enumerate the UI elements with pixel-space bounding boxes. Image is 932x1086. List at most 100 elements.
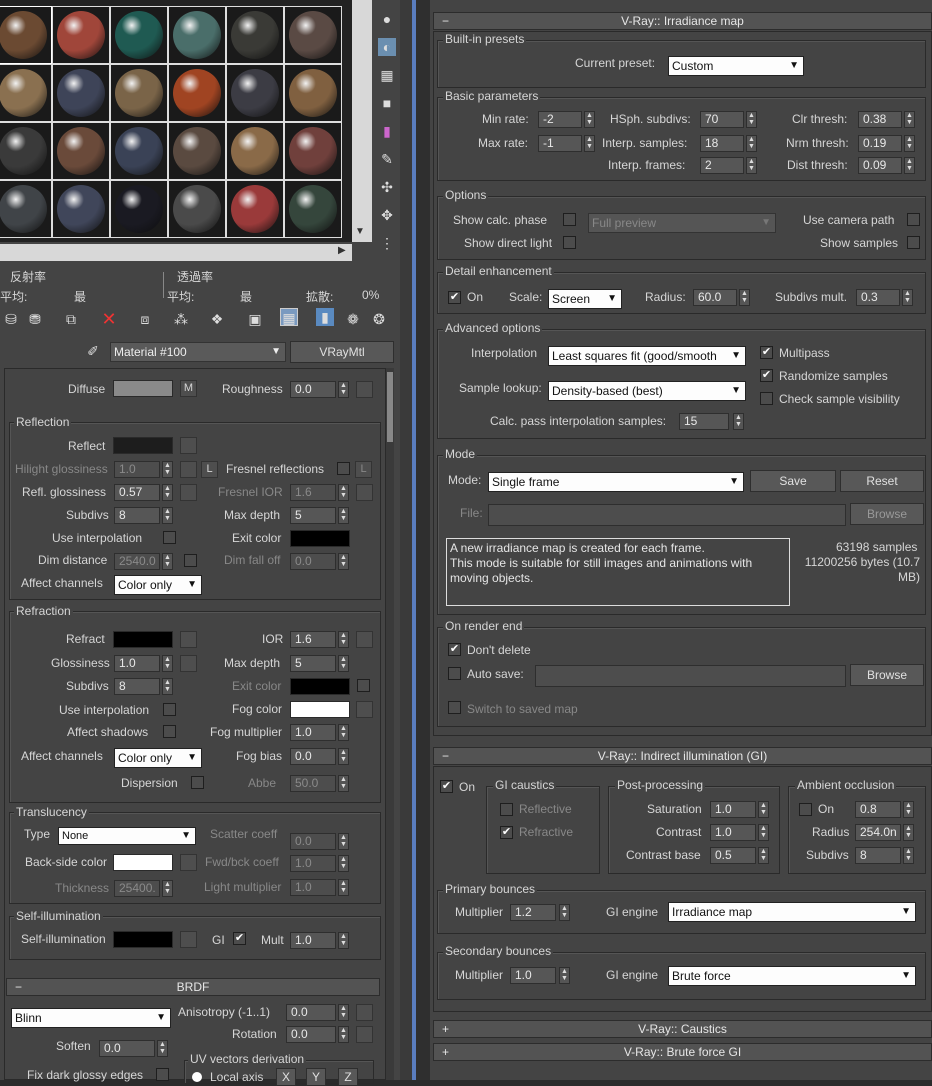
self-illum-mult-spinner[interactable]: ▲ ▼ xyxy=(338,932,349,949)
material-sample-slot[interactable] xyxy=(110,64,168,122)
make-unique-icon[interactable]: ⁂ xyxy=(172,310,190,328)
max-rate-spinner[interactable]: ▲ ▼ xyxy=(584,135,595,152)
roughness-spinner[interactable]: ▲ ▼ xyxy=(338,381,349,398)
ior-map-button[interactable] xyxy=(356,631,373,648)
saturation-input[interactable]: 1.0 xyxy=(710,801,756,818)
fresnel-ior-input[interactable]: 1.6 xyxy=(290,484,336,501)
caustics-rollout-header[interactable]: + V-Ray:: Caustics xyxy=(433,1020,932,1038)
refractive-caustics-checkbox[interactable]: ✔ xyxy=(500,826,513,839)
fog-bias-input[interactable]: 0.0 xyxy=(290,748,336,765)
fix-dark-glossy-checkbox[interactable] xyxy=(156,1068,169,1081)
multipass-checkbox[interactable]: ✔ xyxy=(760,346,773,359)
diffuse-color-swatch[interactable] xyxy=(113,380,173,397)
dispersion-checkbox[interactable] xyxy=(191,776,204,789)
light-multiplier-input[interactable]: 1.0 xyxy=(290,879,336,896)
rotation-map-button[interactable] xyxy=(356,1026,373,1043)
local-axis-radio[interactable] xyxy=(192,1072,202,1082)
fog-multiplier-input[interactable]: 1.0 xyxy=(290,724,336,741)
brdf-type-dropdown[interactable]: Blinn ▼ xyxy=(11,1008,171,1028)
material-sample-slot[interactable] xyxy=(226,64,284,122)
refl-glossiness-spinner[interactable]: ▲ ▼ xyxy=(162,484,173,501)
material-name-field[interactable]: Material #100 ▼ xyxy=(110,342,286,362)
show-direct-light-checkbox[interactable] xyxy=(563,236,576,249)
fresnel-reflections-checkbox[interactable] xyxy=(337,462,350,475)
ao-amount-input[interactable]: 0.8 xyxy=(855,801,901,818)
material-params-scroll-thumb[interactable] xyxy=(387,372,393,442)
material-sample-slot[interactable] xyxy=(0,180,52,238)
refr-use-interpolation-checkbox[interactable] xyxy=(163,703,176,716)
refract-color-swatch[interactable] xyxy=(113,631,173,648)
detail-on-checkbox[interactable]: ✔ xyxy=(448,291,461,304)
min-rate-input[interactable]: -2 xyxy=(538,111,582,128)
max-rate-input[interactable]: -1 xyxy=(538,135,582,152)
self-illumination-swatch[interactable] xyxy=(113,931,173,948)
use-camera-path-checkbox[interactable] xyxy=(907,213,920,226)
primary-multiplier-input[interactable]: 1.2 xyxy=(510,904,556,921)
dist-thresh-input[interactable]: 0.09 xyxy=(858,157,902,174)
fog-color-map-button[interactable] xyxy=(356,701,373,718)
copy-material-icon[interactable]: ⧈ xyxy=(136,310,154,328)
translucency-type-dropdown[interactable]: None ▼ xyxy=(58,827,196,845)
fwd-bck-coeff-spinner[interactable]: ▲ ▼ xyxy=(338,855,349,872)
nrm-thresh-input[interactable]: 0.19 xyxy=(858,135,902,152)
back-side-map-button[interactable] xyxy=(180,854,197,871)
reset-material-icon[interactable]: ✕ xyxy=(100,310,118,328)
reflective-caustics-checkbox[interactable] xyxy=(500,803,513,816)
material-sample-slot[interactable] xyxy=(0,122,52,180)
material-sample-slot[interactable] xyxy=(284,6,342,64)
auto-save-path-input[interactable] xyxy=(535,665,846,687)
dim-fall-off-input[interactable]: 0.0 xyxy=(290,553,336,570)
refl-glossiness-input[interactable]: 0.57 xyxy=(114,484,160,501)
refr-exit-color-checkbox[interactable] xyxy=(357,679,370,692)
material-sample-slot[interactable] xyxy=(226,6,284,64)
abbe-spinner[interactable]: ▲ ▼ xyxy=(338,775,349,792)
material-sample-slot[interactable] xyxy=(0,6,52,64)
sample-grid-vscroll[interactable] xyxy=(352,0,372,242)
fog-multiplier-spinner[interactable]: ▲ ▼ xyxy=(338,724,349,741)
mode-reset-button[interactable]: Reset xyxy=(840,470,924,492)
refr-glossiness-map-button[interactable] xyxy=(180,655,197,672)
material-sample-slot[interactable] xyxy=(0,64,52,122)
hsph-subdivs-spinner[interactable]: ▲ ▼ xyxy=(746,111,757,128)
auto-save-browse-button[interactable]: Browse xyxy=(850,664,924,686)
rotation-input[interactable]: 0.0 xyxy=(286,1026,336,1043)
subdivs-mult-input[interactable]: 0.3 xyxy=(856,289,900,306)
file-path-input[interactable] xyxy=(488,504,846,526)
primary-gi-engine-dropdown[interactable]: Irradiance map ▼ xyxy=(668,902,916,922)
material-sample-slot[interactable] xyxy=(52,64,110,122)
anisotropy-map-button[interactable] xyxy=(356,1004,373,1021)
refr-affect-channels-dropdown[interactable]: Color only ▼ xyxy=(114,748,202,768)
dim-fall-off-spinner[interactable]: ▲ ▼ xyxy=(338,553,349,570)
interp-frames-spinner[interactable]: ▲ ▼ xyxy=(746,157,757,174)
switch-to-saved-checkbox[interactable] xyxy=(448,701,461,714)
contrast-input[interactable]: 1.0 xyxy=(710,824,756,841)
calc-pass-interp-spinner[interactable]: ▲ ▼ xyxy=(733,413,744,430)
secondary-gi-engine-dropdown[interactable]: Brute force ▼ xyxy=(668,966,916,986)
refl-subdivs-input[interactable]: 8 xyxy=(114,507,160,524)
brdf-rollout-header[interactable]: − BRDF xyxy=(6,978,380,996)
put-to-library-icon[interactable]: ❖ xyxy=(208,310,226,328)
contrast-spinner[interactable]: ▲ ▼ xyxy=(758,824,769,841)
options-icon[interactable]: ✣ xyxy=(378,178,396,196)
clr-thresh-spinner[interactable]: ▲ ▼ xyxy=(904,111,915,128)
light-multiplier-spinner[interactable]: ▲ ▼ xyxy=(338,879,349,896)
anisotropy-spinner[interactable]: ▲ ▼ xyxy=(338,1004,349,1021)
abbe-input[interactable]: 50.0 xyxy=(290,775,336,792)
material-sample-slot[interactable] xyxy=(52,6,110,64)
axis-y-button[interactable]: Y xyxy=(306,1068,326,1086)
material-sample-slot[interactable] xyxy=(52,180,110,238)
material-sample-slot[interactable] xyxy=(226,180,284,238)
fresnel-ior-spinner[interactable]: ▲ ▼ xyxy=(338,484,349,501)
material-sample-slot[interactable] xyxy=(110,180,168,238)
refr-subdivs-spinner[interactable]: ▲ ▼ xyxy=(162,678,173,695)
ao-subdivs-input[interactable]: 8 xyxy=(855,847,901,864)
ao-radius-spinner[interactable]: ▲ ▼ xyxy=(903,824,914,841)
material-type-button[interactable]: VRayMtl xyxy=(290,341,394,363)
material-id-icon[interactable]: ▣ xyxy=(246,310,264,328)
secondary-multiplier-input[interactable]: 1.0 xyxy=(510,967,556,984)
material-sample-slot[interactable] xyxy=(168,64,226,122)
refl-exit-color-swatch[interactable] xyxy=(290,530,350,547)
self-illum-mult-input[interactable]: 1.0 xyxy=(290,932,336,949)
scroll-right-icon[interactable]: ▶ xyxy=(338,245,346,256)
refr-max-depth-spinner[interactable]: ▲ ▼ xyxy=(338,655,349,672)
